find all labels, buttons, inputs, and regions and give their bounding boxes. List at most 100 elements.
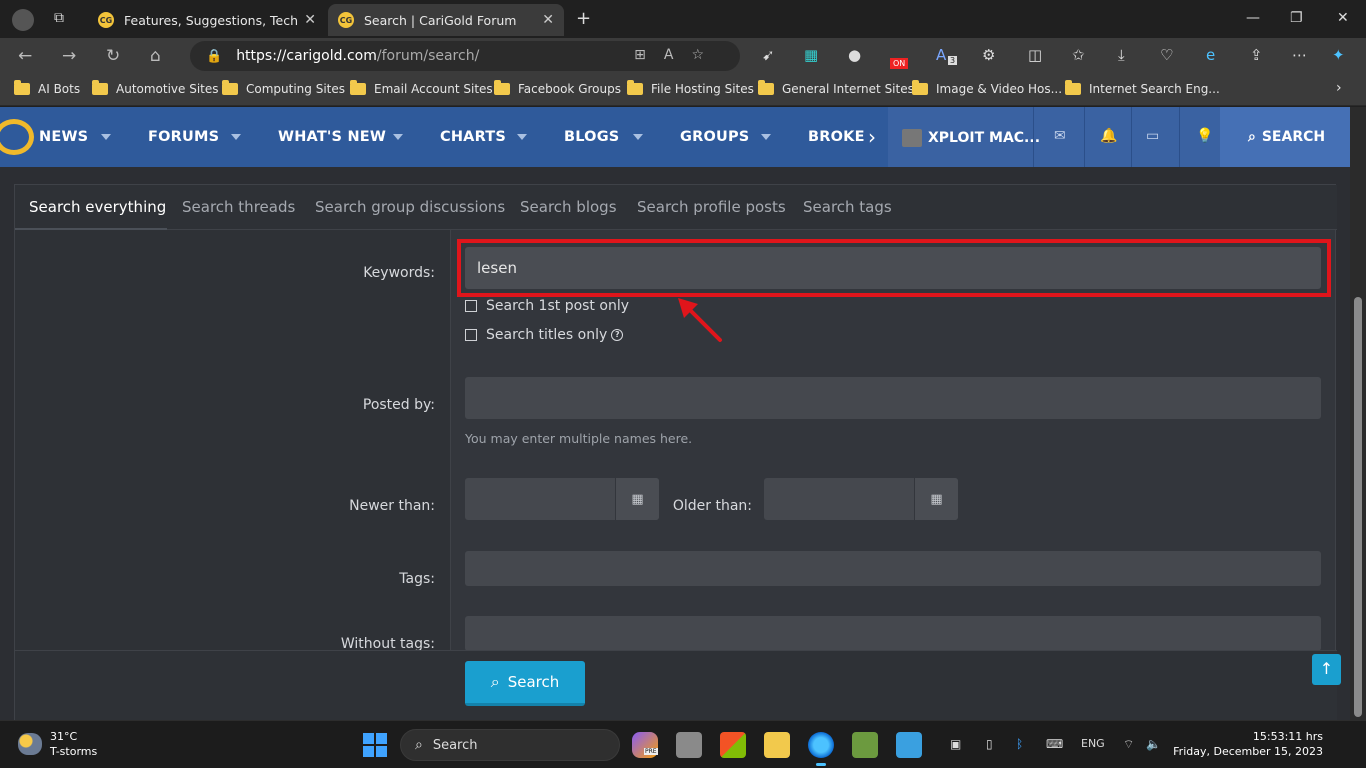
tab-search-blogs[interactable]: Search blogs (520, 198, 617, 216)
nav-news[interactable]: NEWS (39, 129, 88, 145)
carigold-logo[interactable] (0, 119, 34, 155)
forward-icon[interactable]: → (62, 46, 76, 66)
search-submit-button[interactable]: ⌕ Search (465, 661, 585, 706)
clock[interactable]: 15:53:11 hrs Friday, December 15, 2023 (1173, 729, 1323, 759)
share-icon[interactable]: ⇪ (1250, 46, 1263, 64)
tab-search-everything[interactable]: Search everything (29, 198, 166, 216)
inbox-icon[interactable]: ✉ (1054, 128, 1066, 144)
copilot-app-icon[interactable]: PRE (632, 732, 658, 758)
taskbar-search[interactable]: ⌕ Search (400, 729, 620, 761)
lock-icon[interactable]: 🔒 (206, 49, 222, 64)
extension-on-badge[interactable]: ON (890, 58, 909, 69)
scroll-to-top-button[interactable]: ↑ (1312, 654, 1341, 685)
nav-brokers[interactable]: BROKE (808, 129, 865, 145)
close-window-icon[interactable]: ✕ (1337, 10, 1349, 26)
favorites-icon[interactable]: ✩ (1072, 46, 1085, 64)
nav-whats-new[interactable]: WHAT'S NEW (278, 129, 386, 145)
wifi-icon[interactable]: ⌔ (1123, 737, 1134, 752)
bookmarks-overflow-icon[interactable]: › (1336, 80, 1342, 96)
bookmark-folder[interactable]: Image & Video Hos... (912, 80, 1062, 96)
titles-only-checkbox[interactable]: Search titles only? (465, 327, 624, 343)
address-actions[interactable]: ⊞A☆ (634, 47, 722, 63)
bluetooth-icon[interactable]: ᛒ (1016, 737, 1023, 751)
scrollbar-thumb[interactable] (1354, 297, 1362, 717)
tags-input[interactable] (465, 551, 1321, 586)
chevron-down-icon[interactable] (761, 134, 771, 140)
calendar-icon[interactable]: ▦ (914, 478, 958, 520)
weather-widget[interactable]: 31°C T-storms (18, 729, 97, 759)
checkbox-icon[interactable] (465, 300, 477, 312)
bookmark-folder[interactable]: Email Account Sites (350, 80, 493, 96)
bookmark-folder[interactable]: AI Bots (14, 80, 80, 96)
notepad-plus-icon[interactable] (852, 732, 878, 758)
chevron-down-icon[interactable] (231, 134, 241, 140)
volume-icon[interactable]: 🔈 (1146, 737, 1161, 751)
task-view-icon[interactable] (676, 732, 702, 758)
tab-search-profile-posts[interactable]: Search profile posts (637, 198, 786, 216)
profile-avatar-icon[interactable] (12, 9, 34, 31)
nav-blogs[interactable]: BLOGS (564, 129, 619, 145)
chevron-down-icon[interactable] (101, 134, 111, 140)
older-than-input[interactable]: ▦ (764, 478, 958, 520)
tab-search-threads[interactable]: Search threads (182, 198, 295, 216)
bookmark-folder[interactable]: General Internet Sites (758, 80, 914, 96)
workspaces-icon[interactable]: ⧉ (54, 10, 64, 26)
start-button[interactable] (363, 733, 387, 757)
page-scrollbar[interactable] (1350, 107, 1366, 720)
file-explorer-icon[interactable] (764, 732, 790, 758)
more-menu-icon[interactable]: ⋯ (1292, 46, 1307, 64)
tab-search[interactable]: CG Search | CariGold Forum ✕ (328, 4, 564, 36)
bookmark-folder[interactable]: File Hosting Sites (627, 80, 754, 96)
money-icon[interactable]: ▭ (1146, 128, 1159, 144)
translate-extension-icon[interactable]: A (936, 46, 946, 64)
close-tab-icon[interactable]: ✕ (304, 12, 316, 28)
user-menu[interactable]: XPLOIT MAC... (902, 129, 1040, 147)
chevron-down-icon[interactable] (633, 134, 643, 140)
bookmark-folder[interactable]: Internet Search Eng... (1065, 80, 1220, 96)
notepad-app-icon[interactable] (896, 732, 922, 758)
chevron-down-icon[interactable] (517, 134, 527, 140)
refresh-icon[interactable]: ↻ (106, 46, 120, 66)
downloads-icon[interactable]: ⤓ (1118, 46, 1125, 64)
copilot-icon[interactable]: ✦ (1332, 46, 1345, 64)
reader-extension-icon[interactable]: ▦ (804, 46, 818, 64)
bookmark-folder[interactable]: Automotive Sites (92, 80, 219, 96)
back-icon[interactable]: ← (18, 46, 32, 66)
checkbox-icon[interactable] (465, 329, 477, 341)
tray-app-icon[interactable]: ▣ (950, 737, 961, 751)
cursor-extension-icon[interactable]: ➹ (762, 46, 775, 64)
minimize-icon[interactable]: — (1246, 10, 1260, 26)
usb-icon[interactable]: ▯ (986, 737, 993, 751)
close-tab-icon[interactable]: ✕ (542, 12, 554, 28)
nav-groups[interactable]: GROUPS (680, 129, 749, 145)
language-indicator[interactable]: ENG (1081, 737, 1105, 750)
posted-by-input[interactable] (465, 377, 1321, 419)
extensions-icon[interactable]: ⚙ (982, 46, 995, 64)
nav-search-button[interactable]: ⌕ SEARCH (1220, 107, 1350, 167)
nav-forums[interactable]: FORUMS (148, 129, 219, 145)
home-icon[interactable]: ⌂ (150, 46, 161, 66)
edge-app-icon[interactable] (808, 732, 834, 766)
bookmark-folder[interactable]: Computing Sites (222, 80, 345, 96)
chevron-down-icon[interactable] (393, 134, 403, 140)
bookmark-folder[interactable]: Facebook Groups (494, 80, 621, 96)
tab-search-tags[interactable]: Search tags (803, 198, 892, 216)
nav-charts[interactable]: CHARTS (440, 129, 506, 145)
tab-search-group-discussions[interactable]: Search group discussions (315, 198, 505, 216)
edge-bar-icon[interactable]: e (1206, 46, 1215, 64)
store-app-icon[interactable] (720, 732, 746, 758)
lightbulb-icon[interactable]: 💡 (1196, 128, 1213, 144)
without-tags-input[interactable] (465, 616, 1321, 651)
calendar-icon[interactable]: ▦ (615, 478, 659, 520)
newer-than-input[interactable]: ▦ (465, 478, 659, 520)
media-extension-icon[interactable]: ● (848, 46, 861, 64)
bell-icon[interactable]: 🔔 (1100, 128, 1117, 144)
tab-features[interactable]: CG Features, Suggestions, Technical S ✕ (88, 4, 326, 36)
first-post-only-checkbox[interactable]: Search 1st post only (465, 298, 629, 314)
performance-icon[interactable]: ♡ (1160, 46, 1173, 64)
split-screen-icon[interactable]: ◫ (1028, 46, 1042, 64)
help-icon[interactable]: ? (611, 329, 624, 341)
nav-scroll-right-icon[interactable]: › (868, 125, 876, 149)
address-bar[interactable]: 🔒 https://carigold.com/forum/search/ ⊞A☆ (190, 41, 740, 71)
new-tab-icon[interactable]: + (576, 8, 591, 29)
